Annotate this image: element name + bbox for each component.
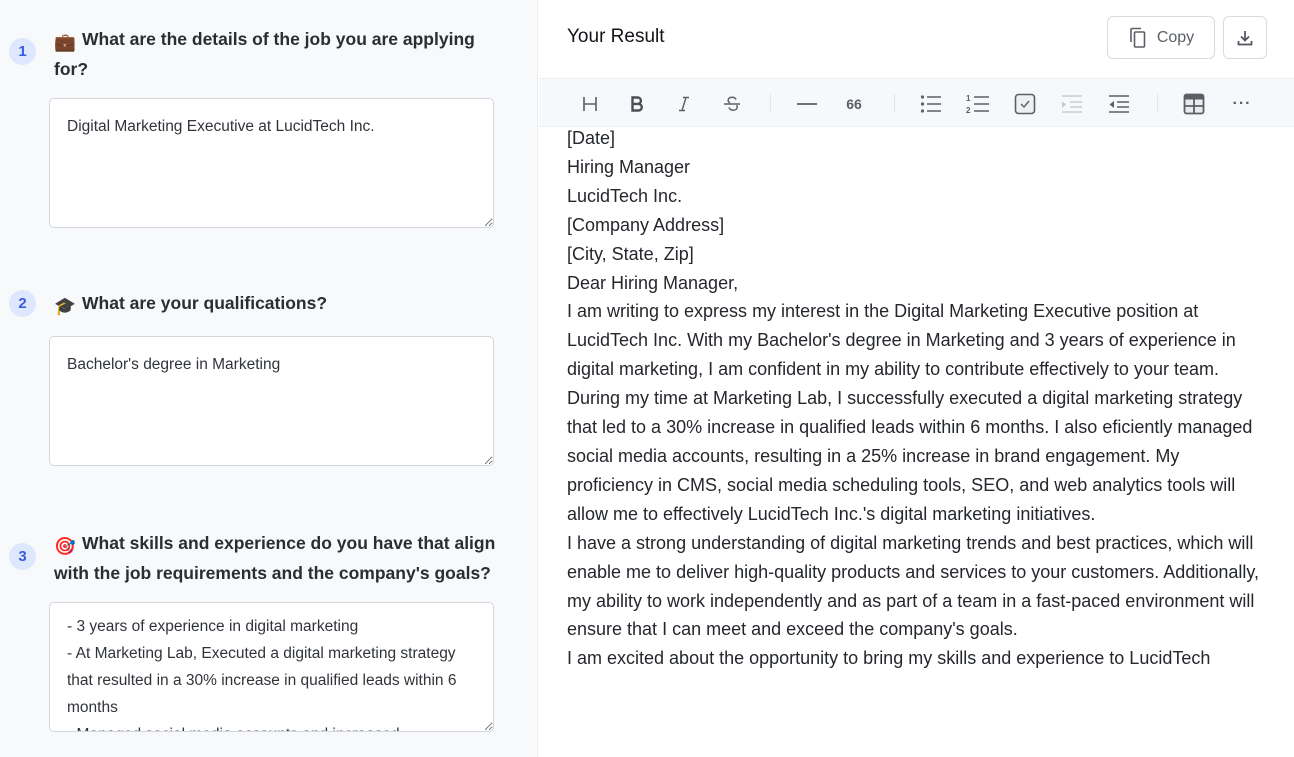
question-title: 🎯 What skills and experience do you have … <box>54 530 504 587</box>
horizontal-rule-button[interactable] <box>794 91 820 117</box>
letter-paragraph: Hiring Manager <box>567 156 691 177</box>
question-title: 🎓 What are your qualifications? <box>54 290 504 320</box>
question-text: What are your qualifications? <box>82 293 328 313</box>
copy-button[interactable]: Copy <box>1107 16 1215 59</box>
letter-paragraph: Dear Hiring Manager, <box>567 272 739 293</box>
outdent-button[interactable] <box>1106 91 1132 117</box>
result-title: Your Result <box>567 26 665 47</box>
bullet-list-button[interactable] <box>918 91 944 117</box>
task-list-button[interactable] <box>1012 91 1038 117</box>
indent-button[interactable] <box>1059 91 1085 117</box>
letter-paragraph: [City, State, Zip] <box>567 243 694 264</box>
svg-text:2: 2 <box>966 106 971 115</box>
graduation-cap-icon: 🎓 <box>54 296 76 316</box>
toolbar-divider <box>1157 94 1158 113</box>
question-text: What skills and experience do you have t… <box>54 533 496 583</box>
result-editor[interactable]: [Date] Hiring Manager LucidTech Inc. [Co… <box>567 124 1267 673</box>
toolbar-divider <box>770 94 771 113</box>
more-button[interactable]: ··· <box>1229 91 1255 117</box>
checkbox-icon <box>1014 93 1036 115</box>
heading-icon <box>583 97 597 111</box>
step-badge: 1 <box>9 38 36 65</box>
result-panel: Your Result Copy 66 1 2 ··· [Date] Hirin… <box>539 0 1294 757</box>
italic-icon <box>679 96 689 112</box>
strikethrough-icon <box>724 96 740 111</box>
outdent-icon <box>1109 95 1129 113</box>
letter-paragraph: I have a strong understanding of digital… <box>567 532 1260 640</box>
bold-button[interactable] <box>624 91 650 117</box>
job-details-input[interactable] <box>49 98 494 228</box>
briefcase-icon: 💼 <box>54 32 76 52</box>
letter-paragraph: I am excited about the opportunity to br… <box>567 648 1211 669</box>
letter-paragraph: [Date] <box>567 128 616 148</box>
blockquote-button[interactable]: 66 <box>841 91 867 117</box>
horizontal-rule-icon <box>797 103 817 105</box>
strikethrough-button[interactable] <box>719 91 745 117</box>
download-icon <box>1237 30 1253 45</box>
letter-paragraph: [Company Address] <box>567 214 725 235</box>
copy-label: Copy <box>1156 28 1195 46</box>
editor-toolbar: 66 12 ··· <box>539 78 1294 127</box>
question-title: 💼 What are the details of the job you are… <box>54 26 504 83</box>
italic-button[interactable] <box>671 91 697 117</box>
skills-experience-input[interactable] <box>49 602 494 732</box>
letter-paragraph: I am writing to express my interest in t… <box>567 301 1236 380</box>
ordered-list-button[interactable]: 12 <box>965 91 991 117</box>
heading-button[interactable] <box>577 91 603 117</box>
letter-paragraph: LucidTech Inc. <box>567 185 683 206</box>
bullet-list-icon <box>920 95 941 113</box>
bold-icon <box>631 96 643 112</box>
step-badge: 3 <box>9 543 36 570</box>
download-button[interactable] <box>1223 16 1267 59</box>
ordered-list-icon: 12 <box>966 94 989 115</box>
more-icon: ··· <box>1232 95 1252 112</box>
qualifications-input[interactable] <box>49 336 494 466</box>
question-text: What are the details of the job you are … <box>54 29 475 79</box>
indent-icon <box>1062 95 1082 113</box>
letter-paragraph: During my time at Marketing Lab, I succe… <box>567 388 1253 524</box>
toolbar-divider <box>894 94 895 113</box>
questions-panel: 1 💼 What are the details of the job you a… <box>0 0 538 757</box>
copy-icon <box>1130 27 1146 48</box>
table-button[interactable] <box>1181 91 1207 117</box>
blockquote-icon: 66 <box>846 96 862 112</box>
svg-text:1: 1 <box>966 94 971 103</box>
table-icon <box>1183 93 1205 115</box>
target-icon: 🎯 <box>54 536 76 556</box>
step-badge: 2 <box>9 290 36 317</box>
